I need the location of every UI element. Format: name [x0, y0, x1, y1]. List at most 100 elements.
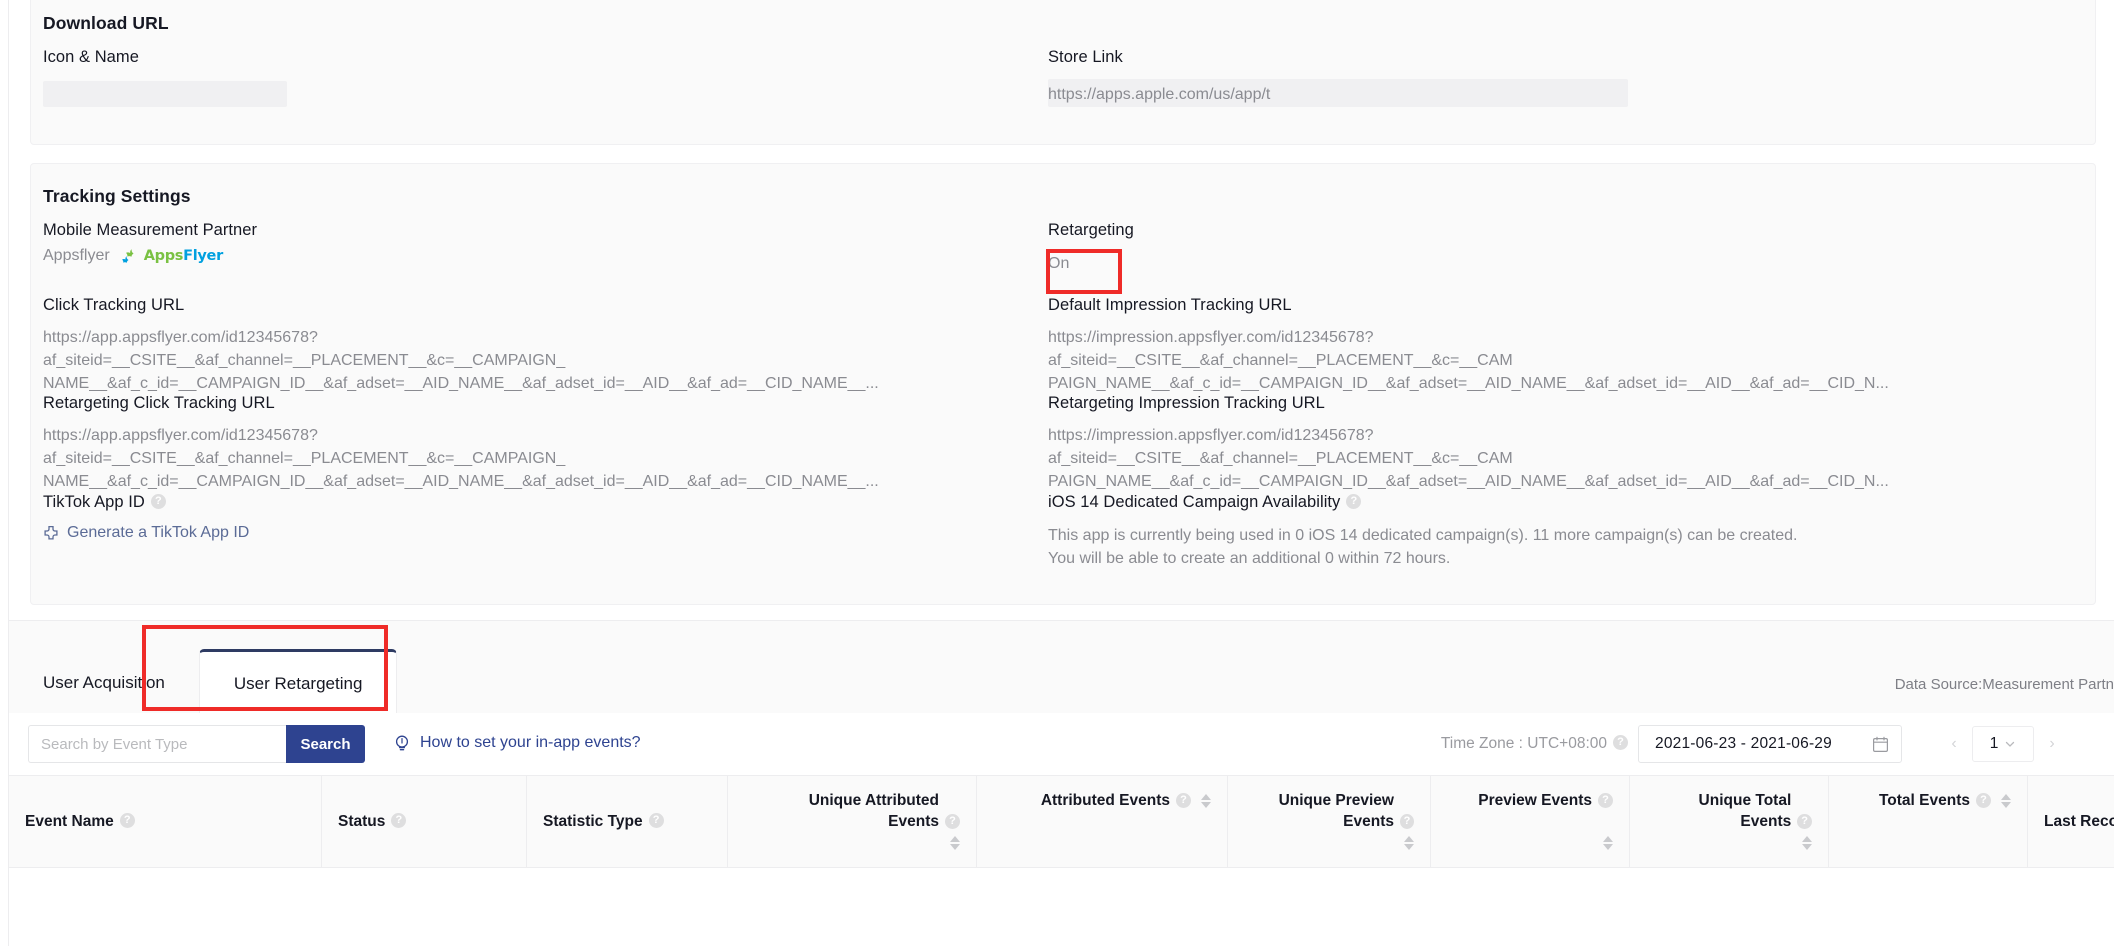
table-header-label: Unique Attributed Events [808, 792, 939, 830]
ios14-availability-label: iOS 14 Dedicated Campaign Availability [1048, 493, 1341, 511]
tiktok-app-id-label-wrap: TikTok App ID? [43, 493, 166, 512]
pagination-page-select[interactable]: 1 [1972, 726, 2034, 762]
sort-toggle-icon[interactable] [1201, 793, 1211, 808]
tab-user-acquisition-label: User Acquisition [43, 673, 165, 692]
events-table-header: Event Name? Status? Statistic Type? Unique … [9, 775, 2114, 868]
how-to-set-in-app-events-label: How to set your in-app events? [420, 734, 641, 751]
info-icon[interactable]: ? [150, 494, 166, 509]
retargeting-click-url-label: Retargeting Click Tracking URL [43, 394, 275, 412]
info-icon[interactable]: ? [119, 813, 135, 828]
tracking-settings-card: Tracking Settings Mobile Measurement Par… [30, 163, 2096, 605]
table-header-content: Attributed Events? [1041, 790, 1211, 811]
sort-toggle-icon[interactable] [1603, 836, 1613, 850]
mmp-value: Appsflyer [43, 247, 110, 264]
table-header-content: Statistic Type? [543, 811, 711, 832]
info-icon[interactable]: ? [1400, 814, 1414, 829]
table-header-label: Unique Total Events [1698, 792, 1792, 830]
info-icon[interactable]: ? [1797, 814, 1812, 829]
appsflyer-wordmark-part2: Flyer [183, 248, 223, 264]
icon-name-value-placeholder [43, 81, 287, 107]
icon-name-label: Icon & Name [43, 48, 139, 66]
info-icon[interactable]: ? [945, 814, 960, 829]
table-header-unique-preview-events[interactable]: Unique Preview Events? [1228, 776, 1431, 867]
search-group: Search [28, 725, 365, 763]
lightbulb-icon [395, 735, 409, 751]
time-zone-wrap: Time Zone : UTC+08:00? [1441, 735, 1628, 753]
info-icon[interactable]: ? [1613, 735, 1628, 750]
retargeting-click-url-value: https://app.appsflyer.com/id12345678?af_… [43, 427, 879, 490]
calendar-icon [1873, 736, 1889, 752]
generate-tiktok-app-id-link[interactable]: Generate a TikTok App ID [43, 524, 249, 542]
retargeting-label: Retargeting [1048, 221, 1134, 239]
search-input[interactable] [28, 725, 286, 763]
table-header-statistic-type: Statistic Type? [527, 776, 728, 867]
sort-toggle-icon[interactable] [950, 836, 960, 850]
tab-bar: User Acquisition User Retargeting Data S… [9, 620, 2114, 715]
table-header-total-events[interactable]: Total Events? [1829, 776, 2028, 867]
tab-user-retargeting-label: User Retargeting [233, 673, 363, 693]
table-header-event-name: Event Name? [9, 776, 322, 867]
info-icon[interactable]: ? [1176, 793, 1191, 808]
info-icon[interactable]: ? [1598, 793, 1613, 808]
info-icon[interactable]: ? [1346, 494, 1362, 509]
pagination-page-number: 1 [1989, 735, 1999, 752]
time-zone-label: Time Zone : UTC+08:00 [1440, 735, 1607, 752]
tab-user-acquisition[interactable]: User Acquisition [9, 651, 199, 715]
info-icon[interactable]: ? [648, 813, 664, 828]
table-header-content: Preview Events? [1478, 790, 1613, 811]
date-range-value: 2021-06-23 - 2021-06-29 [1655, 735, 1832, 752]
table-header-content: Unique Total Events? [1646, 790, 1812, 832]
sort-toggle-icon[interactable] [2001, 793, 2011, 808]
download-url-card: Download URL Icon & Name Store Link http… [30, 0, 2096, 145]
table-header-preview-events[interactable]: Preview Events? [1431, 776, 1630, 867]
store-link-value: https://apps.apple.com/us/app/t [1048, 86, 1271, 103]
how-to-set-in-app-events-link[interactable]: How to set your in-app events? [393, 734, 641, 752]
left-rail [0, 0, 9, 946]
table-toolbar: Search How to set your in-app events? Ti… [9, 713, 2114, 775]
table-header-last-recorded: Last Recorded? [2028, 776, 2114, 867]
store-link-label: Store Link [1048, 48, 1123, 66]
table-header-content: Unique Attributed Events? [789, 790, 960, 832]
pagination-next-button[interactable]: › [2034, 726, 2070, 762]
events-table-body [9, 868, 2114, 946]
pagination-prev-button[interactable]: ‹ [1936, 726, 1972, 762]
generate-tiktok-app-id-label: Generate a TikTok App ID [67, 524, 250, 541]
date-range-picker[interactable]: 2021-06-23 - 2021-06-29 [1638, 725, 1902, 763]
default-impression-url-label: Default Impression Tracking URL [1048, 296, 1292, 314]
table-header-label: Last Recorded [2044, 813, 2114, 830]
table-header-unique-attributed-events[interactable]: Unique Attributed Events? [728, 776, 977, 867]
table-header-content: Event Name? [25, 811, 305, 832]
table-header-label: Statistic Type [543, 813, 643, 830]
mmp-value-row: Appsflyer AppsFlyer [43, 247, 223, 265]
sort-toggle-icon[interactable] [1802, 836, 1812, 850]
tracking-settings-title: Tracking Settings [43, 186, 191, 206]
plus-cross-icon [44, 525, 58, 540]
search-button[interactable]: Search [286, 725, 365, 763]
table-header-label: Status [338, 813, 386, 830]
retargeting-impression-url-label: Retargeting Impression Tracking URL [1048, 394, 1325, 412]
table-header-content: Total Events? [1879, 790, 2011, 811]
sort-toggle-icon[interactable] [1404, 836, 1414, 850]
tab-user-retargeting[interactable]: User Retargeting [198, 649, 398, 715]
tiktok-app-id-label: TikTok App ID [43, 493, 145, 511]
table-header-unique-total-events[interactable]: Unique Total Events? [1630, 776, 1829, 867]
table-header-attributed-events[interactable]: Attributed Events? [977, 776, 1228, 867]
info-icon[interactable]: ? [391, 813, 407, 828]
click-tracking-url-label: Click Tracking URL [43, 296, 185, 314]
default-impression-url-value: https://impression.appsflyer.com/id12345… [1048, 329, 1889, 392]
mmp-label: Mobile Measurement Partner [43, 221, 258, 239]
click-tracking-url-value: https://app.appsflyer.com/id12345678?af_… [43, 329, 879, 392]
tab-list: User Acquisition User Retargeting [9, 649, 398, 715]
download-url-title: Download URL [43, 13, 169, 33]
data-source-label: Data Source:Measurement Partn [1894, 676, 2114, 693]
table-header-label: Attributed Events [1040, 792, 1170, 809]
retargeting-impression-url-value: https://impression.appsflyer.com/id12345… [1048, 427, 1889, 490]
info-icon[interactable]: ? [1976, 793, 1991, 808]
table-header-label: Preview Events [1478, 792, 1592, 809]
table-header-label: Unique Preview Events [1278, 792, 1394, 830]
table-header-content: Last Recorded? [2044, 811, 2114, 832]
retargeting-value: On [1048, 255, 1070, 272]
table-header-content: Unique Preview Events? [1244, 790, 1414, 832]
ios14-label-wrap: iOS 14 Dedicated Campaign Availability? [1048, 493, 1362, 512]
table-header-status: Status? [322, 776, 527, 867]
